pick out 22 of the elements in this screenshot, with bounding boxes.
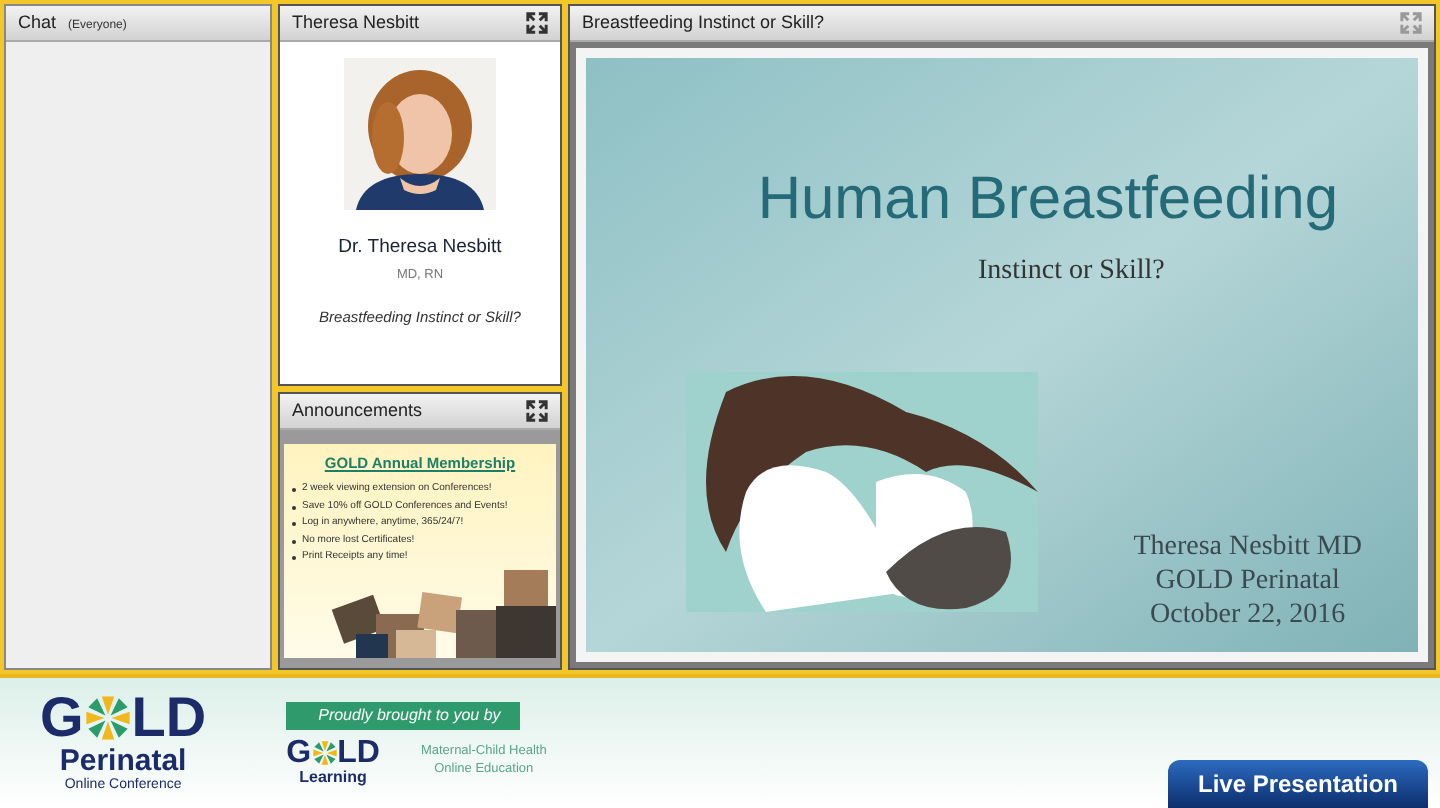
live-presentation-button[interactable]: Live Presentation <box>1168 760 1428 808</box>
sponsor-banner: Proudly brought to you by <box>286 701 521 729</box>
pod-title: Announcements <box>292 397 423 424</box>
logo-subtitle: Perinatal <box>59 745 187 776</box>
slide-footer-line: GOLD Perinatal <box>1155 564 1340 598</box>
logo-letters: LD <box>337 737 380 769</box>
slide-title: Human Breastfeeding <box>755 170 1340 230</box>
sunburst-icon <box>83 693 132 742</box>
expand-icon[interactable] <box>526 400 548 422</box>
pod-title: Chat <box>18 9 57 36</box>
pod-title: Theresa Nesbitt <box>292 9 420 36</box>
logo-letters: G <box>40 689 84 746</box>
logo-subtitle: Learning <box>299 769 367 785</box>
logo-letters: G <box>286 737 312 769</box>
expand-icon[interactable] <box>526 12 548 34</box>
sunburst-icon <box>311 740 338 766</box>
slide-subtitle: Instinct or Skill? <box>978 254 1167 290</box>
slide-footer-line: Theresa Nesbitt MD <box>1133 530 1362 564</box>
presenter-name: Dr. Theresa Nesbitt <box>338 234 502 262</box>
logo-letters: LD <box>131 689 207 746</box>
pod-title: Breastfeeding Instinct or Skill? <box>582 9 825 36</box>
slide-footer-line: October 22, 2016 <box>1150 598 1346 632</box>
